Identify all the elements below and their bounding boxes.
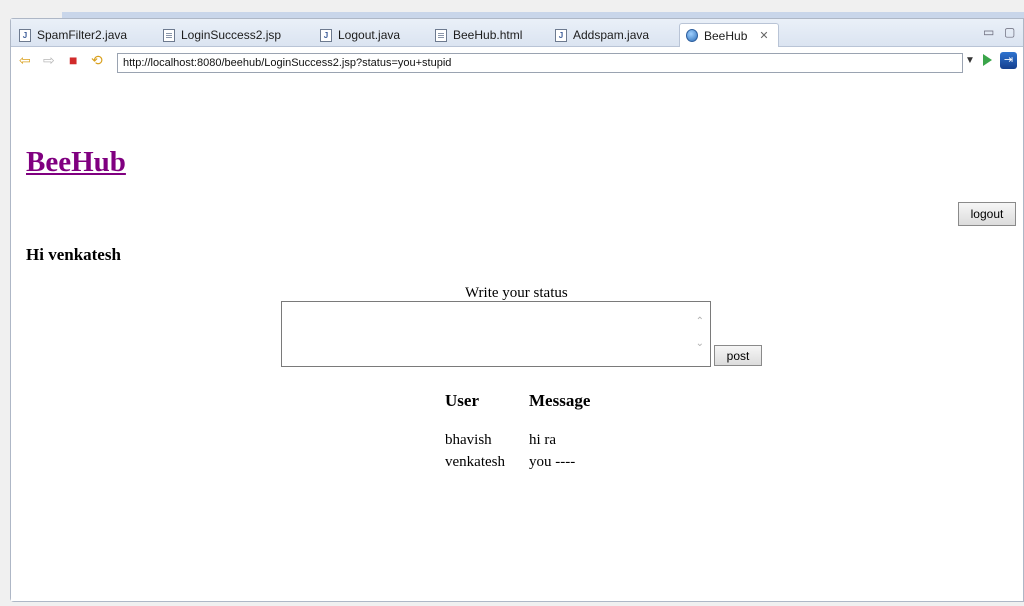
column-header-message: Message: [529, 391, 591, 410]
tab-addspam[interactable]: J Addspam.java: [549, 23, 673, 47]
tab-logout[interactable]: J Logout.java: [314, 23, 421, 47]
status-label: Write your status: [465, 285, 568, 301]
tab-beehub-browser[interactable]: BeeHub ✕: [679, 23, 779, 47]
java-file-icon: J: [320, 28, 332, 42]
close-icon[interactable]: ✕: [759, 29, 768, 42]
tab-strip: J SpamFilter2.java LoginSuccess2.jsp J L…: [11, 19, 1023, 47]
editor-window: J SpamFilter2.java LoginSuccess2.jsp J L…: [10, 18, 1024, 602]
tab-label: BeeHub.html: [453, 28, 523, 42]
tab-label: Logout.java: [338, 28, 401, 42]
go-icon[interactable]: [983, 54, 992, 66]
tab-label: Addspam.java: [573, 28, 650, 42]
tab-spamfilter2[interactable]: J SpamFilter2.java: [13, 23, 158, 47]
scroll-down-icon[interactable]: ⌄: [696, 338, 704, 349]
external-browser-icon[interactable]: ⇥: [1000, 52, 1017, 69]
column-header-user: User: [445, 391, 479, 410]
status-textarea[interactable]: ⌃ ⌄: [281, 301, 711, 367]
web-page: BeeHub logout Hi venkatesh Write your st…: [11, 75, 1023, 601]
minimize-icon[interactable]: ▭: [983, 25, 994, 39]
site-title-link[interactable]: BeeHub: [26, 146, 126, 179]
java-file-icon: J: [555, 28, 567, 42]
table-cell-message: hi ra: [529, 432, 557, 448]
table-cell-message: you ----: [529, 454, 576, 470]
java-file-icon: J: [19, 28, 31, 42]
globe-icon: [686, 29, 698, 42]
tab-label: SpamFilter2.java: [37, 28, 128, 42]
refresh-icon[interactable]: ⟲: [91, 53, 103, 67]
greeting: Hi venkatesh: [26, 245, 121, 264]
table-cell-user: venkatesh: [445, 454, 505, 470]
stop-icon[interactable]: ■: [69, 53, 77, 67]
tab-label: LoginSuccess2.jsp: [181, 28, 282, 42]
back-icon[interactable]: ⇦: [19, 53, 31, 67]
jsp-file-icon: [163, 28, 175, 42]
maximize-icon[interactable]: ▢: [1004, 25, 1015, 39]
logout-button[interactable]: logout: [958, 202, 1016, 226]
tab-loginsuccess2[interactable]: LoginSuccess2.jsp: [157, 23, 309, 47]
address-bar[interactable]: http://localhost:8080/beehub/LoginSucces…: [117, 53, 963, 73]
html-file-icon: [435, 28, 447, 42]
chevron-down-icon[interactable]: ▼: [965, 55, 975, 66]
table-cell-user: bhavish: [445, 432, 492, 448]
scroll-up-icon[interactable]: ⌃: [696, 316, 704, 327]
browser-toolbar: ⇦ ⇨ ■ ⟲ http://localhost:8080/beehub/Log…: [11, 48, 1023, 74]
forward-icon[interactable]: ⇨: [43, 53, 55, 67]
post-button[interactable]: post: [714, 345, 762, 366]
tab-label: BeeHub: [704, 28, 748, 43]
tab-beehub-html[interactable]: BeeHub.html: [429, 23, 547, 47]
